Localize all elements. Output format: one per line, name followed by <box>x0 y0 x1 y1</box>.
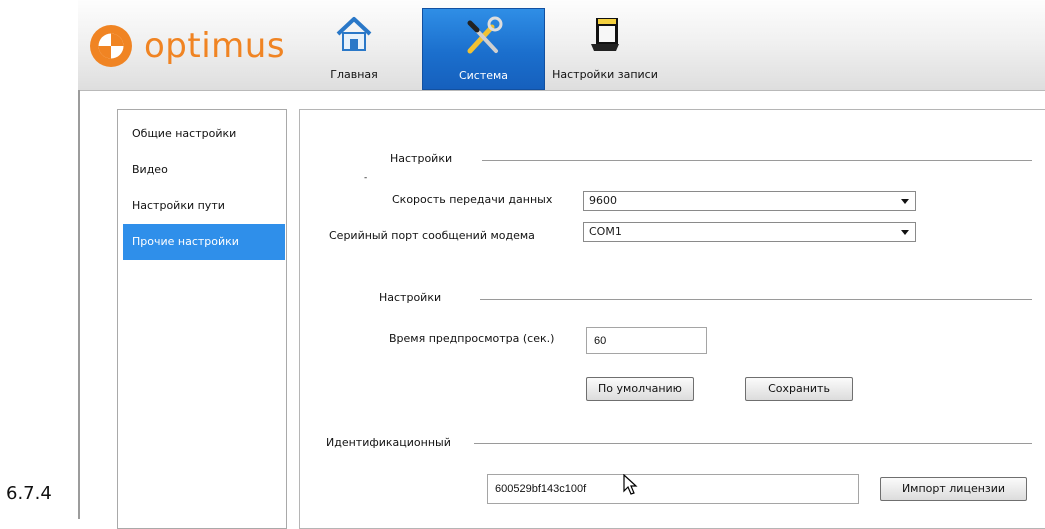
modem-port-label: Серийный порт сообщений модема <box>329 229 535 242</box>
mouse-cursor-icon <box>623 474 638 495</box>
tab-home[interactable]: Главная <box>313 8 395 90</box>
baud-rate-value: 9600 <box>589 194 617 207</box>
settings-panel: Настройки - Скорость передачи данных 960… <box>299 109 1045 529</box>
section2-title: Настройки <box>379 291 442 304</box>
tools-icon <box>462 15 506 62</box>
preview-time-input[interactable] <box>586 327 707 354</box>
sidebar-item-paths[interactable]: Настройки пути <box>123 188 285 224</box>
record-settings-icon <box>587 14 623 57</box>
tab-system[interactable]: Система <box>422 8 545 90</box>
preview-time-label: Время предпросмотра (сек.) <box>389 332 555 345</box>
chevron-down-icon <box>901 230 909 235</box>
modem-port-value: COM1 <box>589 225 622 238</box>
section-marker: - <box>364 173 368 183</box>
home-icon <box>334 14 374 57</box>
logo-text: optimus <box>144 26 286 66</box>
tab-home-label: Главная <box>330 68 378 81</box>
default-button[interactable]: По умолчанию <box>586 377 694 401</box>
baud-rate-label: Скорость передачи данных <box>392 193 553 206</box>
app-logo: optimus <box>88 22 285 70</box>
sidebar-item-general[interactable]: Общие настройки <box>123 116 285 152</box>
optimus-logo-icon <box>90 25 132 67</box>
tab-record-settings[interactable]: Настройки записи <box>546 8 664 90</box>
settings-sidebar: Общие настройки Видео Настройки пути Про… <box>117 109 287 529</box>
save-button[interactable]: Сохранить <box>745 377 853 401</box>
chevron-down-icon <box>901 199 909 204</box>
figure-label: 6.7.4 <box>6 483 52 504</box>
sidebar-item-video[interactable]: Видео <box>123 152 285 188</box>
top-toolbar: optimus Главная Система Настройки записи <box>78 0 1045 91</box>
section3-title: Идентификационный <box>326 436 451 449</box>
section1-title: Настройки <box>390 152 453 165</box>
left-border <box>78 90 80 519</box>
tab-system-label: Система <box>458 69 509 82</box>
device-id-input[interactable] <box>487 474 859 504</box>
sidebar-item-other[interactable]: Прочие настройки <box>123 224 285 260</box>
section1-divider <box>482 160 1032 161</box>
baud-rate-select[interactable]: 9600 <box>583 191 916 211</box>
modem-port-select[interactable]: COM1 <box>583 222 916 242</box>
section2-divider <box>480 299 1032 300</box>
section3-divider <box>474 443 1032 444</box>
tab-record-settings-label: Настройки записи <box>552 68 658 81</box>
import-license-button[interactable]: Импорт лицензии <box>880 477 1027 501</box>
